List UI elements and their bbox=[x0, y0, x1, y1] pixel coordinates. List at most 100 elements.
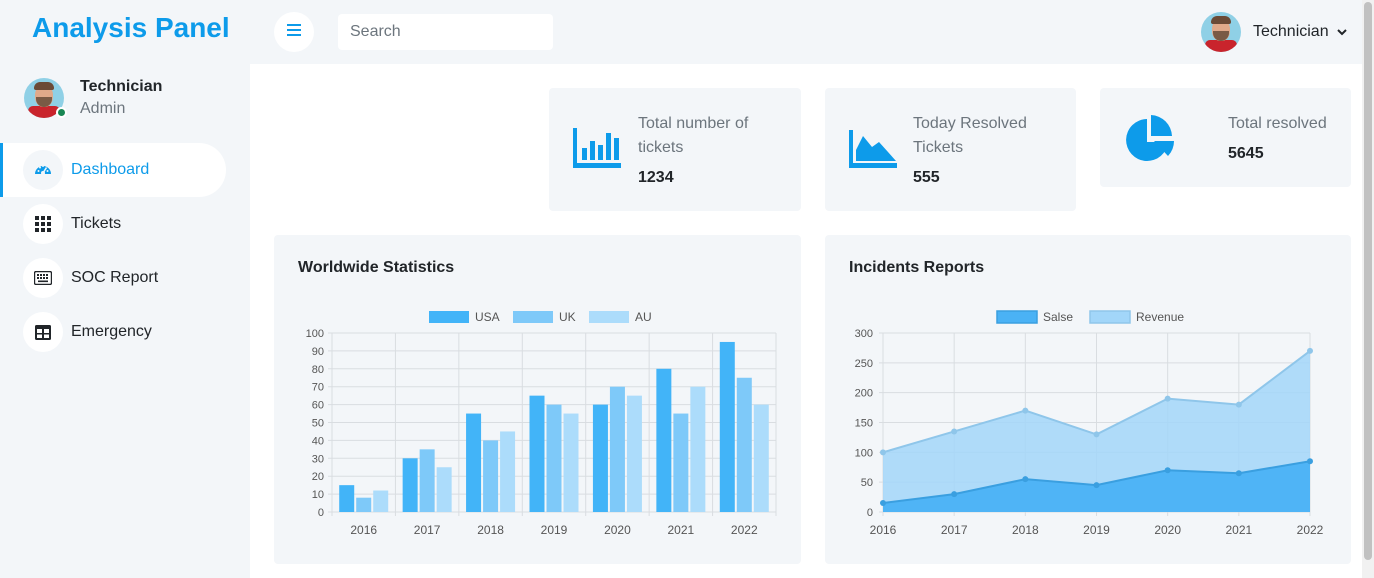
bar-uk bbox=[736, 377, 752, 512]
avatar bbox=[24, 78, 67, 118]
legend-swatch bbox=[429, 311, 469, 323]
y-tick-label: 0 bbox=[867, 507, 873, 519]
stat-value: 555 bbox=[913, 169, 940, 186]
bar-au bbox=[753, 404, 769, 512]
header-avatar bbox=[1201, 12, 1241, 52]
online-status-dot bbox=[56, 107, 67, 118]
legend-label: USA bbox=[475, 310, 500, 324]
worldwide-statistics-card: Worldwide Statistics 0 10 20 30 40 50 60 70 80 90… bbox=[274, 235, 801, 564]
y-tick-label: 70 bbox=[312, 382, 324, 394]
scrollbar[interactable] bbox=[1362, 0, 1374, 578]
x-tick-label: 2017 bbox=[941, 523, 968, 537]
y-tick-label: 300 bbox=[855, 328, 873, 340]
legend-swatch bbox=[589, 311, 629, 323]
brand-title[interactable]: Analysis Panel bbox=[32, 12, 230, 44]
legend-label: AU bbox=[635, 310, 652, 324]
bar-au bbox=[626, 395, 642, 512]
bar-uk bbox=[546, 404, 562, 512]
stat-label: Total resolved bbox=[1228, 115, 1327, 132]
point-salse bbox=[951, 491, 958, 498]
sidebar-item-soc-report[interactable]: SOC Report bbox=[0, 251, 226, 305]
x-tick-label: 2022 bbox=[731, 523, 758, 537]
stat-value: 5645 bbox=[1228, 145, 1264, 162]
legend-label: Revenue bbox=[1136, 310, 1184, 324]
y-tick-label: 60 bbox=[312, 400, 324, 412]
stat-label: Today Resolved Tickets bbox=[913, 115, 1027, 156]
sidebar-item-label: SOC Report bbox=[71, 269, 159, 286]
profile-role: Admin bbox=[80, 100, 126, 117]
sidebar-item-label: Dashboard bbox=[71, 161, 150, 178]
point-salse bbox=[880, 500, 886, 507]
bar-usa bbox=[592, 404, 608, 512]
y-tick-label: 30 bbox=[312, 453, 324, 465]
bar-usa bbox=[719, 341, 735, 512]
bar-usa bbox=[466, 413, 482, 512]
y-tick-label: 200 bbox=[855, 388, 873, 400]
hamburger-icon bbox=[287, 23, 301, 41]
y-tick-label: 10 bbox=[312, 489, 324, 501]
menu-toggle-button[interactable] bbox=[274, 12, 314, 52]
y-tick-label: 50 bbox=[312, 418, 324, 430]
point-revenue bbox=[1022, 407, 1029, 414]
stat-card-total-tickets: Total number of tickets 1234 bbox=[549, 88, 801, 211]
y-tick-label: 90 bbox=[312, 346, 324, 358]
header-user-name: Technician bbox=[1253, 23, 1329, 40]
y-tick-label: 40 bbox=[312, 435, 324, 447]
profile-name: Technician bbox=[80, 78, 163, 95]
speedometer-icon bbox=[23, 150, 63, 190]
x-tick-label: 2019 bbox=[1083, 523, 1110, 537]
y-tick-label: 100 bbox=[855, 447, 873, 459]
user-menu[interactable]: Technician bbox=[1201, 12, 1347, 52]
sidebar-nav: Dashboard Tickets SOC Report Emergency bbox=[0, 143, 226, 359]
point-salse bbox=[1022, 476, 1029, 483]
legend-label: UK bbox=[559, 310, 576, 324]
grid-icon bbox=[23, 204, 63, 244]
stat-card-total-resolved: Total resolved 5645 bbox=[1100, 88, 1351, 187]
bar-au bbox=[500, 431, 516, 512]
x-tick-label: 2020 bbox=[604, 523, 631, 537]
scrollbar-thumb[interactable] bbox=[1364, 2, 1372, 560]
point-salse bbox=[1164, 467, 1171, 474]
point-revenue bbox=[1235, 401, 1242, 408]
bar-uk bbox=[673, 413, 689, 512]
point-revenue bbox=[1093, 431, 1100, 438]
pie-chart-icon bbox=[1124, 114, 1176, 171]
point-salse bbox=[1307, 458, 1313, 465]
point-salse bbox=[1235, 470, 1242, 477]
x-tick-label: 2020 bbox=[1154, 523, 1181, 537]
y-tick-label: 80 bbox=[312, 364, 324, 376]
x-tick-label: 2021 bbox=[668, 523, 695, 537]
sidebar-item-dashboard[interactable]: Dashboard bbox=[0, 143, 226, 197]
legend-label: Salse bbox=[1043, 310, 1073, 324]
x-tick-label: 2019 bbox=[541, 523, 568, 537]
stat-value: 1234 bbox=[638, 169, 674, 186]
table-icon bbox=[23, 312, 63, 352]
point-revenue bbox=[951, 428, 958, 435]
keyboard-icon bbox=[23, 258, 63, 298]
y-tick-label: 0 bbox=[318, 507, 324, 519]
incidents-reports-chart: 0 50 100 150 200 250 300 2016 2017 2018 2019 2020 20… bbox=[855, 310, 1324, 537]
bar-chart-icon bbox=[573, 128, 621, 173]
bar-usa bbox=[529, 395, 545, 512]
chevron-down-icon bbox=[1336, 23, 1347, 41]
stat-label: Total number of tickets bbox=[638, 115, 749, 156]
bar-usa bbox=[339, 485, 355, 512]
bar-uk bbox=[609, 386, 625, 512]
legend-swatch bbox=[1089, 310, 1131, 324]
point-salse bbox=[1093, 482, 1100, 489]
bar-uk bbox=[419, 449, 435, 512]
x-tick-label: 2018 bbox=[477, 523, 504, 537]
sidebar-item-tickets[interactable]: Tickets bbox=[0, 197, 226, 251]
y-tick-label: 50 bbox=[861, 477, 873, 489]
x-tick-label: 2018 bbox=[1012, 523, 1039, 537]
x-tick-label: 2016 bbox=[870, 523, 897, 537]
bar-uk bbox=[356, 497, 372, 512]
bar-au bbox=[436, 467, 452, 512]
x-tick-label: 2022 bbox=[1297, 523, 1324, 537]
stat-card-today-resolved: Today Resolved Tickets 555 bbox=[825, 88, 1076, 211]
bar-uk bbox=[483, 440, 499, 512]
search-input[interactable] bbox=[338, 14, 553, 50]
sidebar-profile: Technician Admin bbox=[24, 76, 162, 120]
legend-swatch bbox=[996, 310, 1038, 324]
sidebar-item-emergency[interactable]: Emergency bbox=[0, 305, 226, 359]
